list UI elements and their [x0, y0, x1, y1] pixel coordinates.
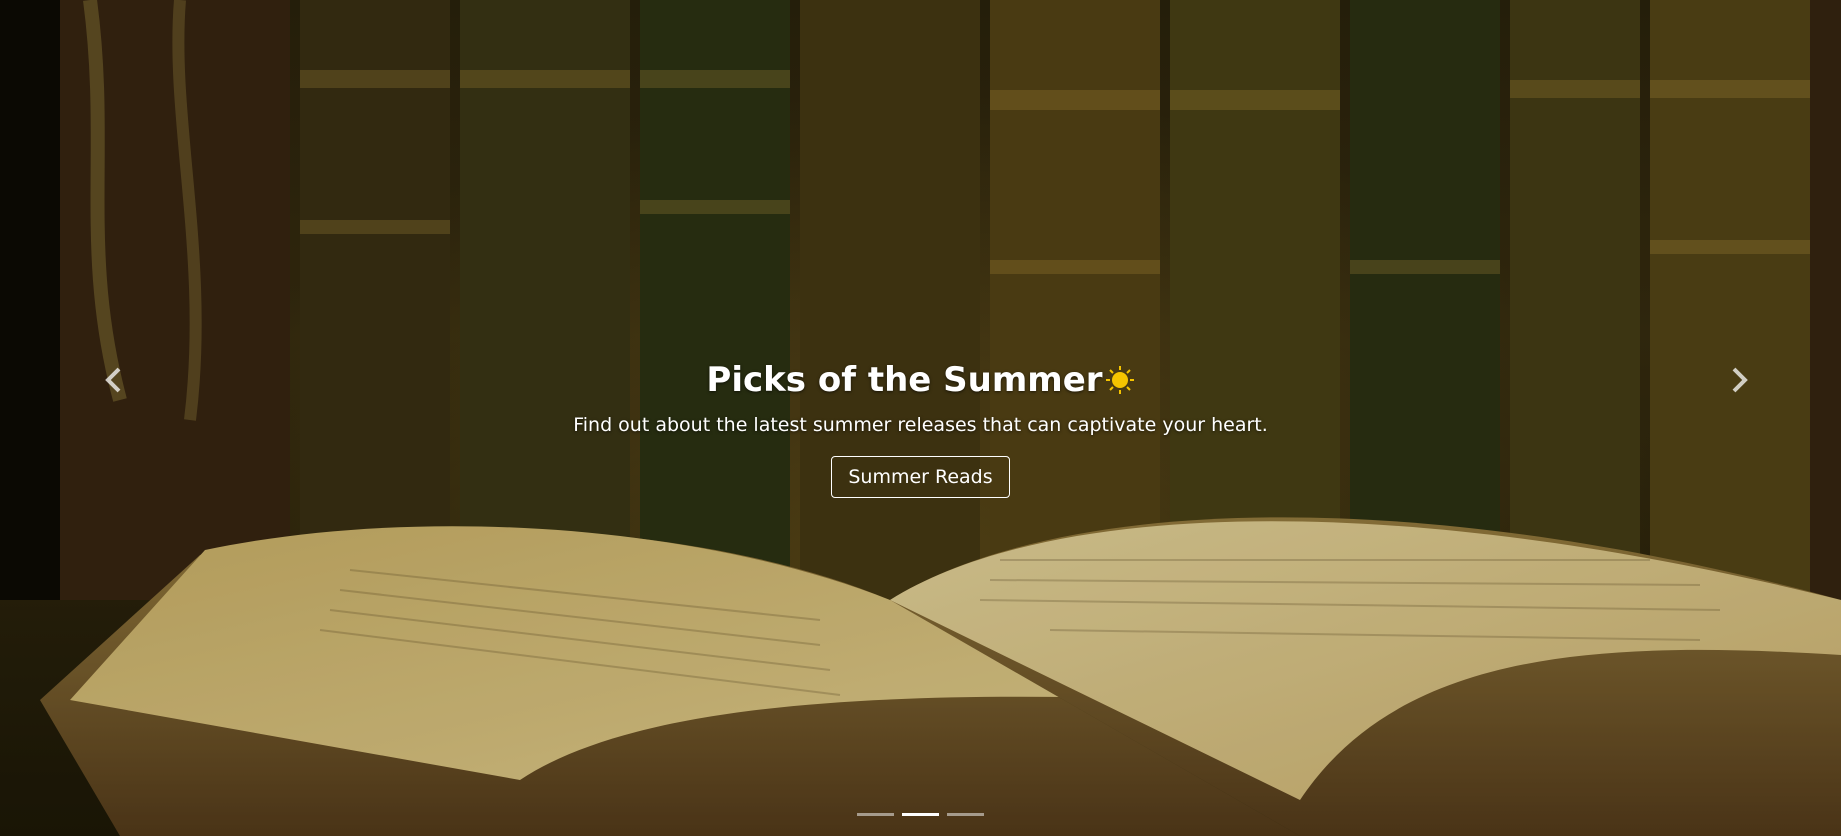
hero-carousel: Picks of the Summer Find out about the l…: [0, 0, 1841, 836]
summer-reads-button[interactable]: Summer Reads: [831, 456, 1010, 498]
carousel-indicator-3[interactable]: [947, 813, 984, 816]
hero-subtitle: Find out about the latest summer release…: [573, 414, 1268, 436]
carousel-indicators: [0, 813, 1841, 816]
hero-title-text: Picks of the Summer: [706, 360, 1103, 400]
carousel-indicator-1[interactable]: [857, 813, 894, 816]
carousel-caption: Picks of the Summer Find out about the l…: [0, 360, 1841, 498]
carousel-indicator-2[interactable]: [902, 813, 939, 816]
hero-title: Picks of the Summer: [706, 360, 1134, 400]
sun-icon: [1105, 366, 1134, 394]
